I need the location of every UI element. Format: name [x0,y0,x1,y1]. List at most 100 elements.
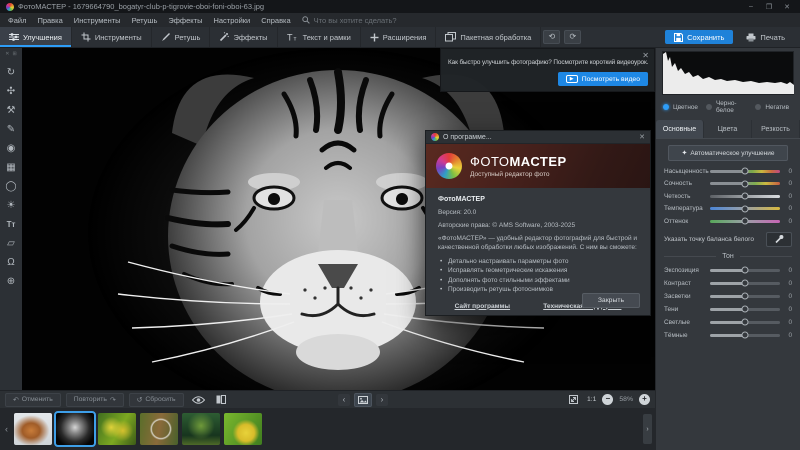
slider-handle[interactable] [742,332,749,339]
menu-edit[interactable]: Правка [37,16,62,25]
zoom-out-button[interactable]: − [602,394,613,405]
slider-track[interactable] [710,182,780,185]
tab-effects[interactable]: Эффекты [210,27,277,47]
thumbnail-forest-deer[interactable] [182,413,220,445]
text-tool[interactable]: Tт [2,215,20,234]
dialog-close-icon[interactable]: ✕ [639,133,645,141]
tab-batch-processing[interactable]: Пакетная обработка [436,27,541,47]
slider-value: 0 [780,168,792,175]
dialog-close-button[interactable]: Закрыть [582,293,640,308]
brush-tool[interactable]: ✎ [2,120,20,139]
menu-effects[interactable]: Эффекты [168,16,202,25]
tab-text-frames[interactable]: Tт Текст и рамки [278,27,361,47]
rotate-left-button[interactable]: ⟲ [543,30,560,44]
slider-track[interactable] [710,220,780,223]
radio-color[interactable] [663,104,669,110]
main-tabbar: Улучшения Инструменты Ретушь Эффекты Tт … [0,27,800,48]
thumbnail-flower-butterfly[interactable] [224,413,262,445]
menu-settings[interactable]: Настройки [213,16,250,25]
slider-handle[interactable] [742,267,749,274]
thumbnail-tiger-black-white[interactable] [56,413,94,445]
slider-handle[interactable] [742,193,749,200]
slider-track[interactable] [710,321,780,324]
slider-track[interactable] [710,295,780,298]
zoom-in-button[interactable]: + [639,394,650,405]
zoom-actual-button[interactable]: 1:1 [587,396,596,403]
menu-help[interactable]: Справка [261,16,290,25]
prev-photo-button[interactable]: ‹ [338,394,350,406]
slider-track[interactable] [710,170,780,173]
mode-negative-label[interactable]: Негатив [765,104,789,111]
slider-handle[interactable] [742,280,749,287]
slider-handle[interactable] [742,306,749,313]
panel-tab-sharpness[interactable]: Резкость [752,120,800,138]
tab-retouch[interactable]: Ретушь [152,27,211,47]
show-original-button[interactable] [189,396,208,404]
photo-list-button[interactable] [354,393,372,407]
slider-handle[interactable] [742,218,749,225]
vignette-tool[interactable]: ◯ [2,177,20,196]
slider-track[interactable] [710,334,780,337]
site-link[interactable]: Сайт программы [455,302,511,312]
thumbnail-frog-nature[interactable] [140,413,178,445]
filmstrip-collapse-icon[interactable]: ‹ [3,424,10,434]
compare-grid-icon[interactable]: ⊞ [13,51,17,57]
undo-button[interactable]: ↶ Отменить [5,393,61,407]
save-button[interactable]: Сохранить [665,30,733,44]
slider-value: 0 [780,218,792,225]
eyedropper-button[interactable] [766,232,792,247]
menu-file[interactable]: Файл [8,16,26,25]
slider-handle[interactable] [742,319,749,326]
dialog-titlebar[interactable]: О программе... ✕ [426,131,650,144]
slider-handle[interactable] [742,180,749,187]
slider-handle[interactable] [742,168,749,175]
tab-extensions[interactable]: Расширения [361,27,437,47]
stamp-tool[interactable]: ⚒ [2,101,20,120]
grid-filter-tool[interactable]: ▦ [2,158,20,177]
slider-handle[interactable] [742,205,749,212]
radial-filter-tool[interactable]: ◉ [2,139,20,158]
search-box[interactable]: Что вы хотите сделать? [302,16,397,25]
banner-close-icon[interactable]: ✕ [642,51,649,60]
fit-screen-button[interactable] [566,395,581,404]
watch-video-button[interactable]: ▶ Посмотреть видео [558,72,648,86]
menu-tools[interactable]: Инструменты [74,16,121,25]
auto-enhance-button[interactable]: ✦Автоматическое улучшение [668,145,788,161]
menu-retouch[interactable]: Ретушь [132,16,158,25]
before-after-button[interactable] [213,395,229,404]
lighting-tool[interactable]: ☀ [2,196,20,215]
rotate-right-button[interactable]: ⟳ [564,30,581,44]
close-button[interactable]: ✕ [780,3,794,11]
slider-track[interactable] [710,308,780,311]
thumbnail-parrots[interactable] [98,413,136,445]
slider-track[interactable] [710,207,780,210]
mode-bw-label[interactable]: Черно-белое [716,100,747,114]
mode-color-label[interactable]: Цветное [673,104,698,111]
panel-tab-basic[interactable]: Основные [656,120,704,138]
maximize-button[interactable]: ❐ [762,3,776,11]
compare-x-icon[interactable]: ✕ [5,51,9,57]
reset-button[interactable]: ↺ Сбросить [129,393,184,407]
tone-section-header: Тон [656,250,800,264]
crop-rotate-tool[interactable]: ↻ [2,63,20,82]
target-correction-tool[interactable]: ⊕ [2,272,20,291]
panel-tab-colors[interactable]: Цвета [704,120,752,138]
radio-bw[interactable] [706,104,712,110]
slider-track[interactable] [710,195,780,198]
slider-handle[interactable] [742,293,749,300]
magnet-lasso-tool[interactable]: Ω [2,253,20,272]
radio-negative[interactable] [755,104,761,110]
healing-tool[interactable]: ✣ [2,82,20,101]
slider-track[interactable] [710,282,780,285]
slider-highlights: Засветки 0 [656,290,800,303]
print-button[interactable]: Печать [741,30,790,44]
slider-track[interactable] [710,269,780,272]
redo-button[interactable]: Повторить ↷ [66,393,124,407]
eraser-tool[interactable]: ▱ [2,234,20,253]
tab-enhancements[interactable]: Улучшения [0,27,72,47]
tab-tools[interactable]: Инструменты [72,27,152,47]
next-photo-button[interactable]: › [376,394,388,406]
minimize-button[interactable]: – [744,3,758,10]
thumbnail-tiger-in-snow[interactable] [14,413,52,445]
filmstrip-expand-button[interactable]: › [643,414,652,444]
